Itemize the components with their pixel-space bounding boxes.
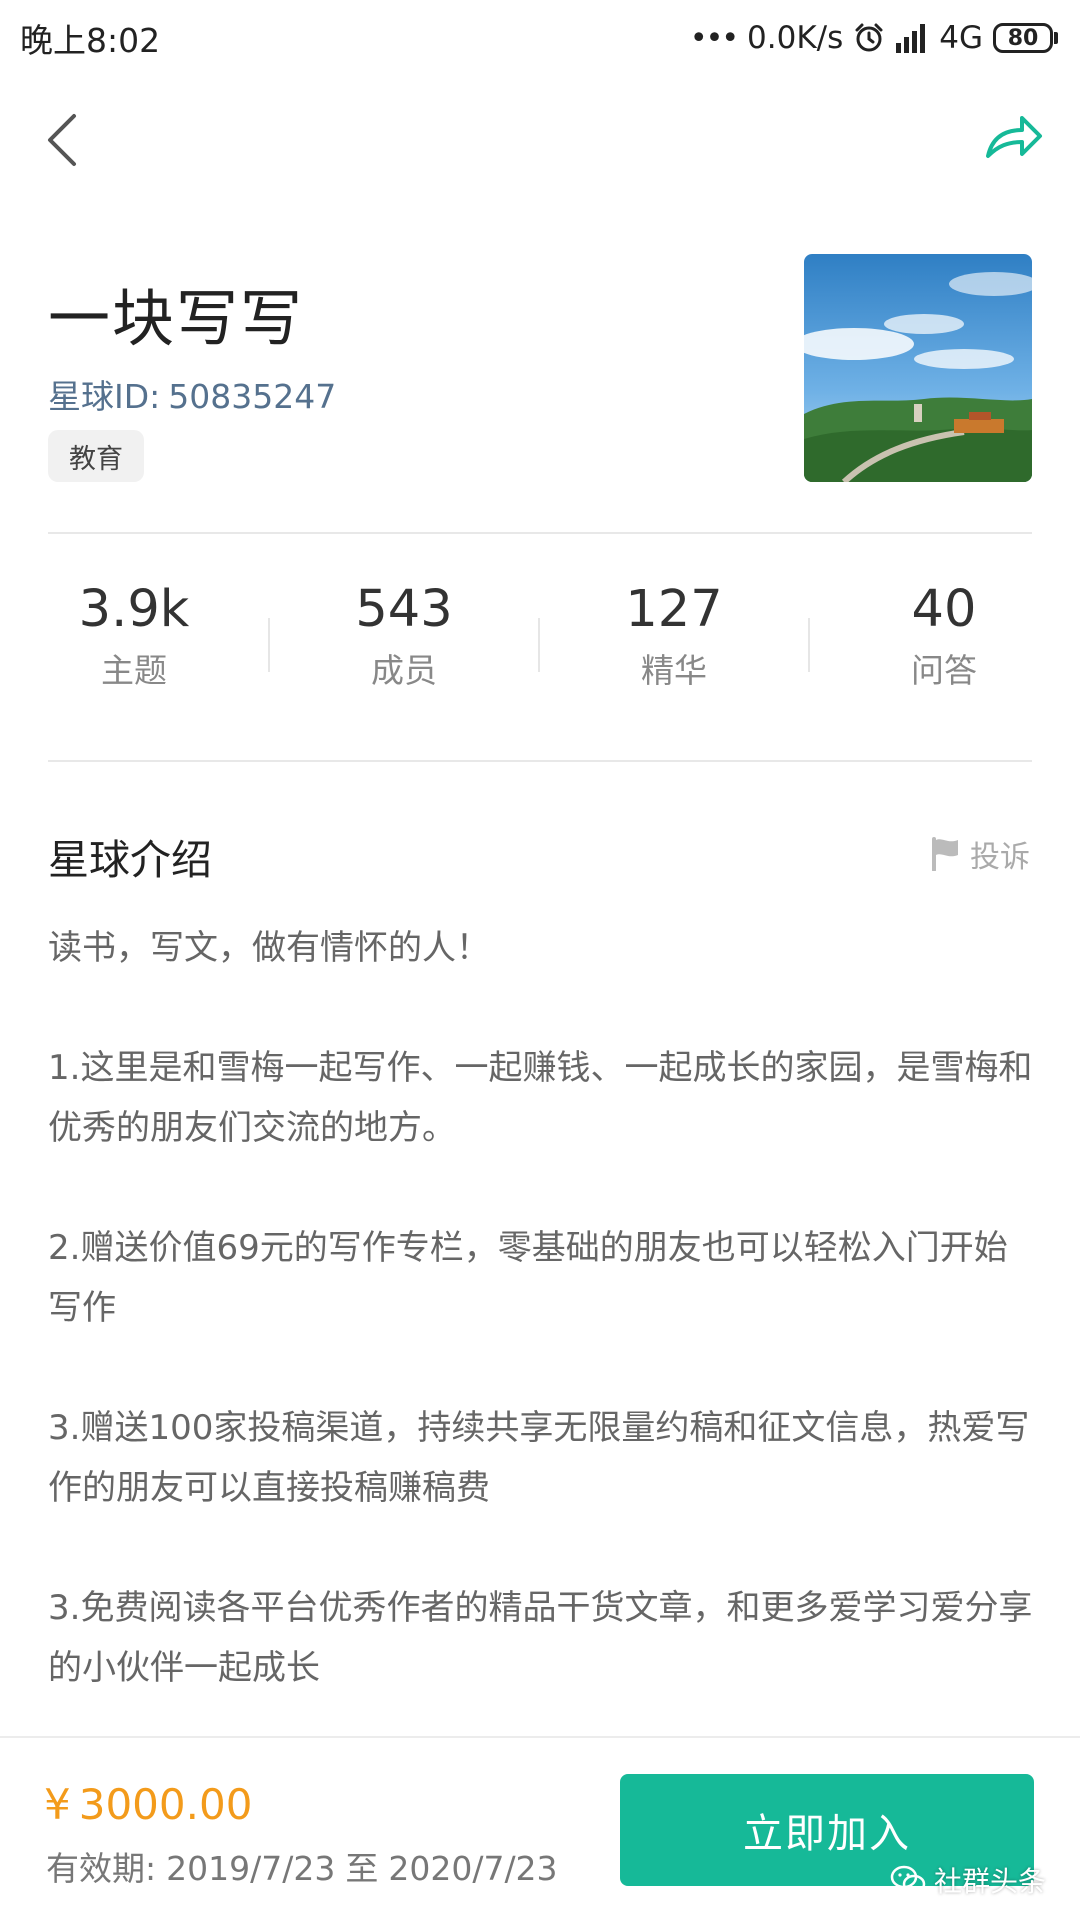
intro-paragraph: 3.免费阅读各平台优秀作者的精品干货文章，和更多爱学习爱分享的小伙伴一起成长 [48,1588,1033,1688]
back-button[interactable] [42,110,86,170]
stat-label: 成员 [371,651,437,690]
status-bar: 晚上8:02 ••• 0.0K/s 4G 80 [0,0,1080,78]
validity-label: 有效期: [46,1849,157,1888]
stat-value: 543 [355,580,453,639]
intro-paragraph: 1.这里是和雪梅一起写作、一起赚钱、一起成长的家园，是雪梅和优秀的朋友们交流的地… [48,1048,1033,1148]
group-id: 星球ID: 50835247 [48,370,336,418]
bottom-bar: ¥3000.00 有效期: 2019/7/23 至 2020/7/23 立即加入 社群… [0,1736,1080,1922]
stat-label: 精华 [641,651,707,690]
share-button[interactable] [984,112,1044,162]
intro-body: 读书，写文，做有情怀的人！ 1.这里是和雪梅一起写作、一起赚钱、一起成长的家园，… [48,918,1034,1758]
cover-landscape-picture [804,254,1032,482]
validity-start: 2019/7/23 [166,1849,336,1888]
network-type: 4G [939,20,983,56]
stat-value: 127 [625,580,723,639]
signal-icon [896,24,926,53]
stat-value: 3.9k [78,580,190,639]
stat-qa[interactable]: 40 问答 [844,580,1044,692]
report-label: 投诉 [970,840,1030,875]
group-id-label: 星球ID: [48,377,161,416]
stat-separator [808,618,810,672]
chevron-left-icon [48,114,76,166]
watermark: 社群头条 [890,1860,1046,1900]
battery-indicator: 80 [993,23,1058,53]
more-dots-icon: ••• [689,20,739,56]
price-value: 3000.00 [78,1780,253,1829]
stats-row: 3.9k 主题 543 成员 127 精华 40 问答 [0,580,1080,720]
group-id-value: 50835247 [168,377,337,416]
divider-top [48,532,1032,534]
group-cover-image [804,254,1032,482]
group-title: 一块写写 [48,282,305,355]
status-time: 晚上8:02 [20,21,161,60]
validity-separator: 至 [345,1849,379,1888]
validity-period: 有效期: 2019/7/23 至 2020/7/23 [46,1842,568,1890]
flag-icon [932,837,958,871]
price-symbol: ¥ [44,1780,71,1829]
price: ¥3000.00 [44,1780,252,1829]
stat-separator [268,618,270,672]
battery-icon: 80 [993,23,1053,53]
stat-topics[interactable]: 3.9k 主题 [34,580,234,692]
intro-paragraph: 3.赠送100家投稿渠道，持续共享无限量约稿和征文信息，热爱写作的朋友可以直接投… [48,1408,1030,1508]
stat-value: 40 [911,580,977,639]
watermark-label: 社群头条 [934,1865,1047,1898]
stat-label: 问答 [911,651,977,690]
intro-heading: 星球介绍 [48,836,212,884]
stat-featured[interactable]: 127 精华 [574,580,774,692]
wechat-icon [890,1865,926,1894]
divider-stats [48,760,1032,762]
report-button[interactable]: 投诉 [930,832,1030,876]
intro-paragraph: 读书，写文，做有情怀的人！ [48,928,490,968]
stat-label: 主题 [101,651,167,690]
stat-members[interactable]: 543 成员 [304,580,504,692]
network-speed: 0.0K/s [747,20,844,56]
share-arrow-icon [986,116,1042,158]
alarm-icon [855,23,883,52]
intro-paragraph: 2.赠送价值69元的写作专栏，零基础的朋友也可以轻松入门开始写作 [48,1228,1008,1328]
battery-cap [1054,32,1058,44]
stat-separator [538,618,540,672]
category-tag[interactable]: 教育 [48,430,144,482]
validity-end: 2020/7/23 [388,1849,558,1888]
status-icons: ••• 0.0K/s 4G 80 [690,14,1058,62]
battery-level: 80 [1007,25,1039,51]
